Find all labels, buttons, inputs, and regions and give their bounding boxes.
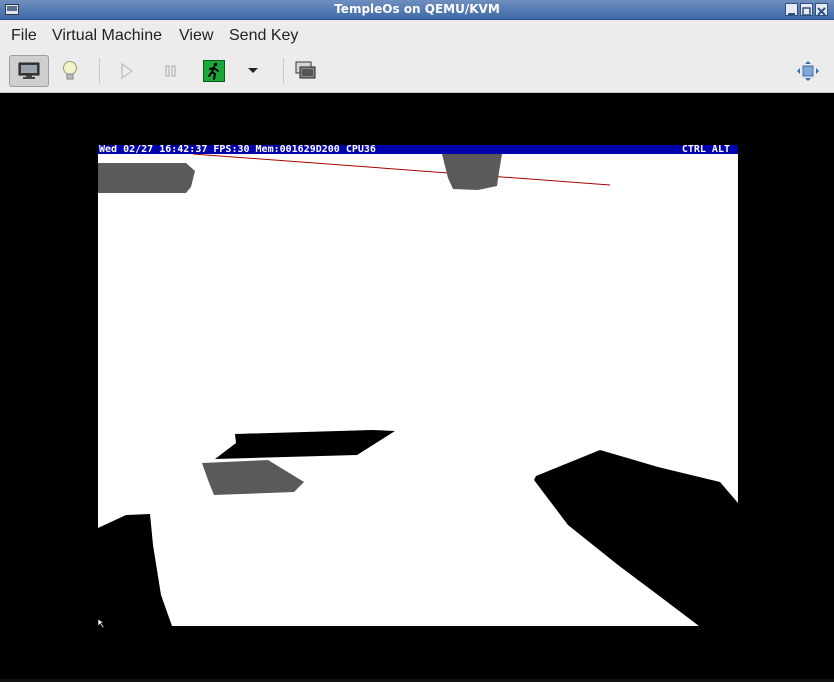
menu-send-key[interactable]: Send Key (229, 27, 298, 45)
play-icon (121, 62, 134, 80)
black-slab-mid (215, 430, 395, 459)
fullscreen-button[interactable] (790, 55, 826, 87)
guest-status-keys: CTRL ALT (681, 145, 730, 155)
toolbar (0, 52, 834, 93)
vm-window: TempleOs on QEMU/KVM File Virtual Machin… (0, 0, 834, 682)
mouse-cursor-icon (98, 619, 105, 629)
minimize-button[interactable] (785, 3, 798, 16)
gray-block-top-center (442, 154, 502, 190)
menu-file[interactable]: File (11, 27, 37, 45)
pause-icon (165, 65, 176, 77)
menu-bar: File Virtual Machine View Send Key (0, 20, 834, 52)
lightbulb-icon (63, 61, 77, 80)
window-title: TempleOs on QEMU/KVM (334, 2, 500, 16)
show-console-button[interactable] (9, 55, 49, 87)
guest-3d-scene (98, 153, 738, 626)
close-icon (817, 7, 826, 16)
toolbar-separator (283, 58, 284, 84)
guest-status-bar: Wed 02/27 16:42:37 FPS:30 Mem:001629D200… (98, 145, 738, 155)
title-bar[interactable]: TempleOs on QEMU/KVM (0, 0, 834, 20)
menu-view[interactable]: View (179, 27, 213, 45)
monitor-icon (18, 62, 40, 79)
details-button[interactable] (52, 55, 88, 87)
shutdown-button[interactable] (196, 55, 232, 87)
menu-virtual-machine[interactable]: Virtual Machine (52, 27, 162, 45)
close-button[interactable] (815, 3, 828, 16)
pause-button[interactable] (153, 55, 189, 87)
fullscreen-icon (797, 61, 819, 81)
maximize-icon (802, 7, 811, 16)
black-shape-bottom-right (534, 450, 738, 626)
chevron-down-icon (248, 68, 258, 73)
snapshots-button[interactable] (288, 55, 324, 87)
minimize-icon (788, 13, 795, 15)
guest-screen[interactable]: Wed 02/27 16:42:37 FPS:30 Mem:001629D200… (98, 145, 738, 626)
shutdown-menu-button[interactable] (235, 55, 271, 87)
maximize-button[interactable] (800, 3, 813, 16)
red-line (192, 153, 611, 186)
running-man-icon (203, 60, 225, 82)
toolbar-separator (99, 58, 100, 84)
screenshot-icon (295, 61, 316, 79)
guest-status-text: Wed 02/27 16:42:37 FPS:30 Mem:001629D200… (99, 145, 376, 155)
black-shape-bottom-left (98, 514, 172, 626)
run-button[interactable] (109, 55, 145, 87)
gray-block-mid (202, 460, 304, 495)
